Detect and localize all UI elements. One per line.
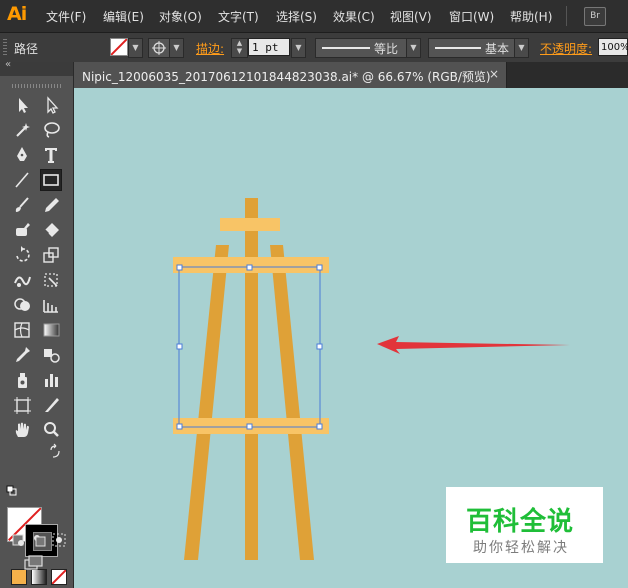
menu-help[interactable]: 帮助(H) [510,8,552,25]
red-arrow-annotation [377,336,570,354]
handle-bottom-center [246,423,253,430]
bridge-button[interactable]: Br [584,7,606,26]
menu-edit[interactable]: 编辑(E) [103,8,144,25]
easel-right-leg[interactable] [270,245,314,560]
easel-left-leg[interactable] [184,245,229,560]
variable-width-profile[interactable]: 等比 [315,38,407,58]
none-mode-button[interactable] [51,569,67,585]
paintbrush-icon[interactable] [11,194,33,216]
tools-panel: « [0,59,74,588]
fill-swatch[interactable] [110,38,128,56]
handle-middle-right [316,343,323,350]
profile-dropdown[interactable]: ▼ [406,38,421,58]
shape-builder-icon[interactable] [11,294,33,316]
menu-effect[interactable]: 效果(C) [333,8,375,25]
rotate-icon[interactable] [11,244,33,266]
handle-top-center [246,264,253,271]
handle-top-left [176,264,183,271]
artboard-icon[interactable] [11,394,33,416]
collapse-icon[interactable]: « [5,59,11,70]
target-icon [152,41,166,55]
document-tab[interactable]: Nipic_12006035_20170612101844823038.ai* … [74,62,507,88]
profile-line-preview [322,47,370,49]
menu-object[interactable]: 对象(O) [159,8,202,25]
stroke-weight-spinner[interactable]: ▲ ▼ [231,38,248,58]
free-transform-icon[interactable] [40,269,62,291]
perspective-icon[interactable] [40,294,62,316]
handle-middle-left [176,343,183,350]
blend-icon[interactable] [40,344,62,366]
control-bar: 路径 ▼ ▼ 描边: ▲ ▼ 1 pt ▼ 等比 ▼ 基本 ▼ 不透明度: 100… [0,33,628,63]
menu-file[interactable]: 文件(F) [46,8,86,25]
magic-wand-icon[interactable] [11,119,33,141]
menu-view[interactable]: 视图(V) [390,8,432,25]
brush-line-preview [435,47,481,49]
pencil-icon[interactable] [40,194,62,216]
menu-type[interactable]: 文字(T) [218,8,259,25]
zoom-icon[interactable] [40,419,62,441]
type-icon[interactable] [40,144,62,166]
stroke-weight-dropdown[interactable]: ▼ [291,38,306,58]
watermark-logo: 百科全说 助你轻松解决 [446,487,603,563]
fill-dropdown[interactable]: ▼ [128,38,143,58]
symbol-sprayer-icon[interactable] [11,369,33,391]
menu-window[interactable]: 窗口(W) [449,8,494,25]
handle-bottom-left [176,423,183,430]
draw-behind-icon[interactable] [28,529,50,551]
brush-definition[interactable]: 基本 [428,38,515,58]
default-colors-icon[interactable] [1,480,23,502]
warp-icon[interactable] [11,269,33,291]
rectangle-icon[interactable] [40,169,62,191]
watermark-subtitle: 助你轻松解决 [473,540,569,556]
selection-type-label: 路径 [14,42,39,56]
stroke-color-button[interactable] [148,38,170,58]
document-tab-title: Nipic_12006035_20170612101844823038.ai* … [82,70,491,84]
watermark-title: 百科全说 [466,507,575,537]
stroke-label[interactable]: 描边: [196,40,224,57]
blob-brush-icon[interactable] [11,219,33,241]
brush-dropdown[interactable]: ▼ [514,38,529,58]
menu-bar: Ai 文件(F) 编辑(E) 对象(O) 文字(T) 选择(S) 效果(C) 视… [0,0,628,33]
slice-icon[interactable] [40,394,62,416]
selection-icon[interactable] [11,94,33,116]
panel-grip[interactable] [3,39,7,56]
gradient-icon[interactable] [40,319,62,341]
menu-select[interactable]: 选择(S) [276,8,317,25]
brush-label: 基本 [485,42,510,56]
mesh-icon[interactable] [11,319,33,341]
draw-inside-icon[interactable] [48,529,70,551]
screen-mode-icon[interactable] [22,552,44,574]
tools-grip[interactable] [12,84,62,88]
swap-colors-icon[interactable] [45,442,67,464]
direct-selection-icon[interactable] [40,94,62,116]
eyedropper-icon[interactable] [11,344,33,366]
opacity-label[interactable]: 不透明度: [540,40,592,57]
handle-top-right [316,264,323,271]
easel-top-bar[interactable] [220,218,280,231]
hand-icon[interactable] [11,419,33,441]
handle-bottom-right [316,423,323,430]
lasso-icon[interactable] [40,119,62,141]
opacity-input[interactable]: 100% [598,38,628,56]
stroke-weight-input[interactable]: 1 pt [248,38,290,56]
tools-panel-header[interactable]: « [0,59,73,76]
easel-center-post[interactable] [245,198,258,560]
menu-divider [566,6,567,26]
eraser-icon[interactable] [40,219,62,241]
app-logo: Ai [7,3,27,25]
column-graph-icon[interactable] [40,369,62,391]
draw-normal-icon[interactable] [8,529,30,551]
stroke-dropdown[interactable]: ▼ [169,38,184,58]
document-tab-bar: Nipic_12006035_20170612101844823038.ai* … [74,62,628,88]
pen-icon[interactable] [11,144,33,166]
profile-label: 等比 [374,42,399,56]
line-icon[interactable] [11,169,33,191]
scale-icon[interactable] [40,244,62,266]
close-icon[interactable]: × [489,67,499,81]
